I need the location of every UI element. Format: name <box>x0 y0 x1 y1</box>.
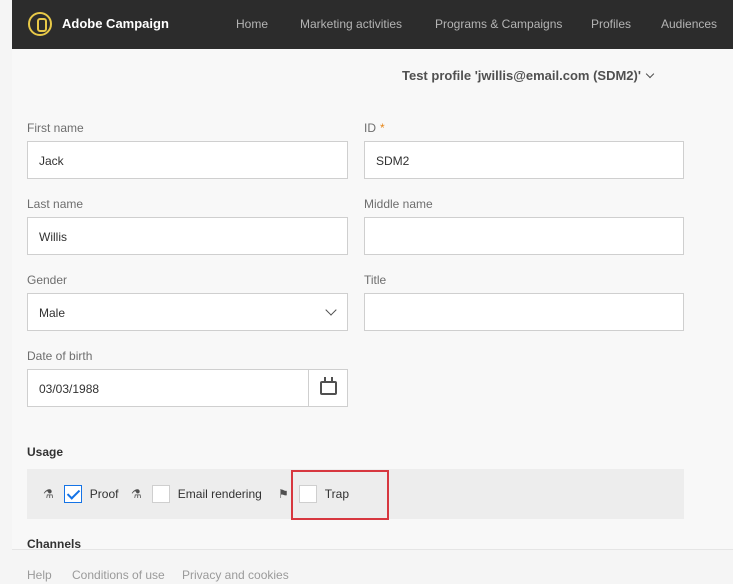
usage-email-rendering[interactable]: ⚗ Email rendering <box>131 469 262 519</box>
date-of-birth-field[interactable]: 03/03/1988 <box>27 369 309 407</box>
title-label: Title <box>364 273 387 287</box>
calendar-button[interactable] <box>308 369 348 407</box>
gender-select[interactable]: Male <box>27 293 348 331</box>
nav-audiences[interactable]: Audiences <box>661 17 717 31</box>
top-navigation-bar: Adobe Campaign Home Marketing activities… <box>12 0 733 49</box>
last-name-label: Last name <box>27 197 84 211</box>
id-label-text: ID <box>364 121 376 135</box>
date-of-birth-label: Date of birth <box>27 349 93 363</box>
middle-name-label: Middle name <box>364 197 433 211</box>
proof-checkbox[interactable] <box>63 485 82 503</box>
id-label: ID * <box>364 121 385 135</box>
required-mark: * <box>380 121 385 135</box>
page-title-text: Test profile 'jwillis@email.com (SDM2)' <box>402 68 641 83</box>
adobe-campaign-logo-icon[interactable] <box>28 12 52 36</box>
profile-form-panel: Test profile 'jwillis@email.com (SDM2)' … <box>12 49 733 551</box>
title-field[interactable] <box>364 293 684 331</box>
app-name[interactable]: Adobe Campaign <box>62 16 169 31</box>
chevron-down-icon <box>325 304 337 316</box>
proof-label: Proof <box>89 487 119 501</box>
usage-section-title: Usage <box>27 445 64 459</box>
id-field[interactable]: SDM2 <box>364 141 684 179</box>
nav-profiles[interactable]: Profiles <box>591 17 631 31</box>
chevron-down-icon <box>645 69 655 79</box>
first-name-label: First name <box>27 121 84 135</box>
gender-value: Male <box>39 306 66 320</box>
nav-marketing-activities[interactable]: Marketing activities <box>300 17 402 31</box>
trap-highlight-box <box>291 470 389 520</box>
trap-icon: ⚑ <box>278 487 289 501</box>
middle-name-field[interactable] <box>364 217 684 255</box>
nav-programs-campaigns[interactable]: Programs & Campaigns <box>435 17 562 31</box>
flask-icon: ⚗ <box>43 487 54 501</box>
email-rendering-label: Email rendering <box>177 487 262 501</box>
page-title[interactable]: Test profile 'jwillis@email.com (SDM2)' <box>402 68 655 83</box>
footer-help-link[interactable]: Help <box>27 568 52 582</box>
rendering-icon: ⚗ <box>131 487 142 501</box>
footer-conditions-link[interactable]: Conditions of use <box>72 568 165 582</box>
footer: Help Conditions of use Privacy and cooki… <box>12 549 733 584</box>
email-rendering-checkbox[interactable] <box>151 485 170 503</box>
calendar-icon <box>320 377 337 395</box>
nav-home[interactable]: Home <box>236 17 268 31</box>
footer-privacy-link[interactable]: Privacy and cookies <box>182 568 289 582</box>
first-name-field[interactable]: Jack <box>27 141 348 179</box>
last-name-field[interactable]: Willis <box>27 217 348 255</box>
gender-label: Gender <box>27 273 68 287</box>
usage-proof[interactable]: ⚗ Proof <box>43 469 118 519</box>
